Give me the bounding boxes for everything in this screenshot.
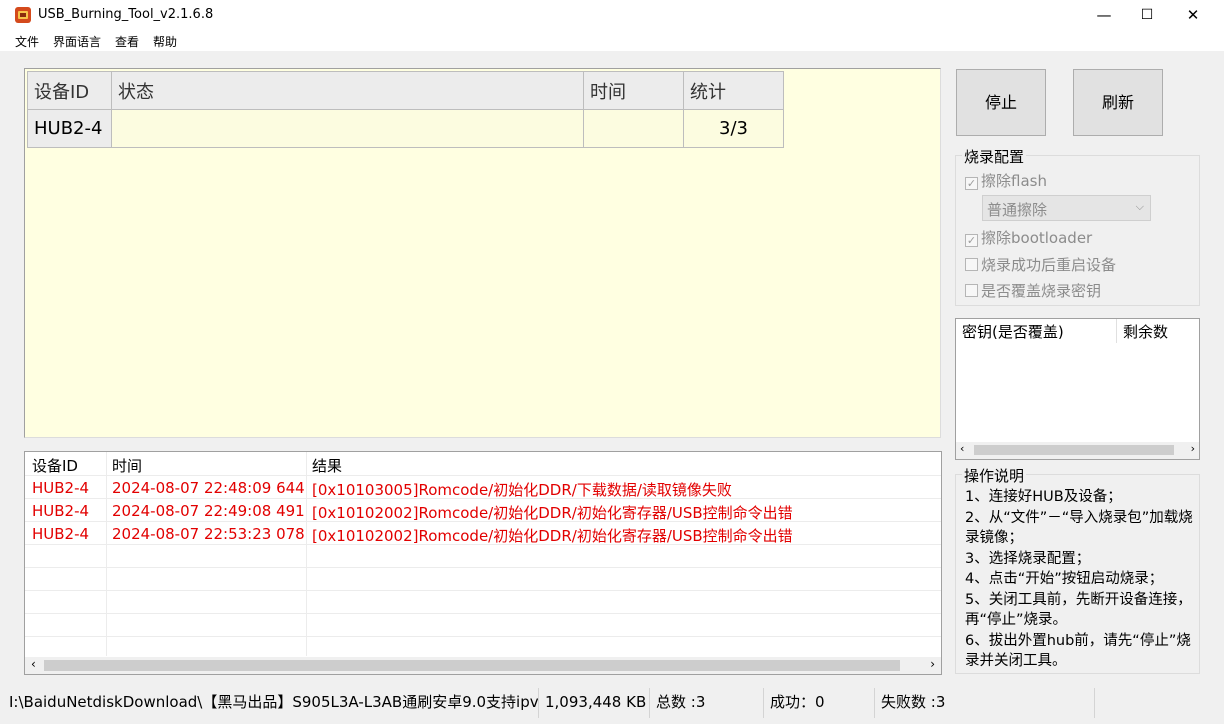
log-scrollbar[interactable]: ‹ › (25, 657, 941, 674)
window-title: USB_Burning_Tool_v2.1.6.8 (38, 7, 214, 22)
grid-cell-device-id: HUB2-4 (27, 109, 112, 148)
refresh-button[interactable]: 刷新 (1073, 69, 1163, 136)
key-header-key[interactable]: 密钥(是否覆盖) (956, 319, 1117, 343)
burn-config-title: 烧录配置 (962, 146, 1027, 167)
key-list[interactable]: 密钥(是否覆盖) 剩余数 ‹ › (955, 318, 1200, 460)
log-header-result[interactable]: 结果 (312, 455, 342, 476)
log-result: [0x10103005]Romcode/初始化DDR/下载数据/读取镜像失败 (312, 481, 732, 499)
minimize-button[interactable]: — (1081, 0, 1127, 31)
log-time: 2024-08-07 22:49:08 491 (112, 502, 305, 520)
reboot-label: 烧录成功后重启设备 (981, 256, 1117, 274)
key-list-scrollbar[interactable]: ‹ › (956, 442, 1199, 459)
log-header-time[interactable]: 时间 (112, 455, 142, 476)
overwrite-key-checkbox[interactable]: 是否覆盖烧录密钥 (965, 280, 1101, 301)
chevron-down-icon: ⌵ (1135, 200, 1144, 213)
scroll-left-icon[interactable]: ‹ (31, 657, 36, 671)
maximize-button[interactable]: ☐ (1124, 0, 1170, 31)
erase-bootloader-label: 擦除bootloader (981, 229, 1093, 247)
instructions-text: 1、连接好HUB及设备； 2、从“文件”－“导入烧录包”加载烧录镜像； 3、选择… (965, 489, 1193, 669)
log-device-id: HUB2-4 (32, 479, 90, 497)
reboot-after-success-checkbox[interactable]: 烧录成功后重启设备 (965, 254, 1116, 275)
checkbox-check-icon: ✓ (965, 177, 978, 190)
scroll-thumb[interactable] (44, 660, 900, 671)
menu-file[interactable]: 文件 (15, 33, 39, 50)
status-fail: 失败数 :3 (875, 688, 1095, 718)
grid-header-status[interactable]: 状态 (111, 71, 584, 110)
erase-flash-checkbox[interactable]: ✓ 擦除flash (965, 170, 1047, 191)
grid-row[interactable]: HUB2-4 3/3 (27, 109, 784, 148)
log-row-line (25, 590, 941, 591)
status-file-path: I:\BaiduNetdiskDownload\【黑马出品】S905L3A-L3… (2, 688, 539, 718)
scroll-left-icon[interactable]: ‹ (960, 442, 964, 455)
log-header-device-id[interactable]: 设备ID (32, 455, 78, 476)
log-device-id: HUB2-4 (32, 525, 90, 543)
status-total: 总数 :3 (650, 688, 764, 718)
grid-cell-stats: 3/3 (683, 109, 784, 148)
log-time: 2024-08-07 22:48:09 644 (112, 479, 305, 497)
checkbox-empty-icon (965, 258, 978, 271)
log-result: [0x10102002]Romcode/初始化DDR/初始化寄存器/USB控制命… (312, 504, 793, 522)
app-icon (15, 7, 31, 23)
menu-language[interactable]: 界面语言 (53, 33, 101, 50)
close-button[interactable]: ✕ (1170, 0, 1216, 31)
status-bar: I:\BaiduNetdiskDownload\【黑马出品】S905L3A-L3… (0, 688, 1224, 718)
key-header-remaining[interactable]: 剩余数 (1117, 319, 1199, 343)
stop-button[interactable]: 停止 (956, 69, 1046, 136)
log-row-line (25, 636, 941, 637)
log-device-id: HUB2-4 (32, 502, 90, 520)
menu-bar: 文件 界面语言 查看 帮助 (0, 31, 1224, 51)
checkbox-empty-icon (965, 284, 978, 297)
erase-bootloader-checkbox[interactable]: ✓ 擦除bootloader (965, 227, 1092, 248)
grid-cell-time (583, 109, 684, 148)
grid-header-device-id[interactable]: 设备ID (27, 71, 112, 110)
erase-flash-label: 擦除flash (981, 172, 1047, 190)
erase-mode-select[interactable]: 普通擦除 ⌵ (982, 195, 1151, 221)
grid-cell-status (111, 109, 584, 148)
log-row-line (25, 475, 941, 476)
scroll-right-icon[interactable]: › (930, 657, 935, 671)
scroll-thumb[interactable] (974, 445, 1174, 455)
grid-header-stats[interactable]: 统计 (683, 71, 784, 110)
title-bar: USB_Burning_Tool_v2.1.6.8 — ☐ ✕ (0, 0, 1224, 31)
scroll-right-icon[interactable]: › (1191, 442, 1195, 455)
status-file-size: 1,093,448 KB (539, 688, 650, 718)
overwrite-key-label: 是否覆盖烧录密钥 (981, 282, 1102, 300)
log-panel: 设备ID 时间 结果 HUB2-4 2024-08-07 22:48:09 64… (24, 451, 942, 675)
device-grid: 设备ID 状态 时间 统计 HUB2-4 3/3 (27, 71, 784, 148)
device-grid-panel: 设备ID 状态 时间 统计 HUB2-4 3/3 (24, 68, 941, 438)
log-row-line (25, 613, 941, 614)
status-success: 成功：0 (764, 688, 875, 718)
menu-help[interactable]: 帮助 (153, 33, 177, 50)
menu-view[interactable]: 查看 (115, 33, 139, 50)
log-row-line (25, 567, 941, 568)
log-time: 2024-08-07 22:53:23 078 (112, 525, 305, 543)
instructions-title: 操作说明 (962, 465, 1027, 486)
erase-mode-value: 普通擦除 (987, 201, 1048, 219)
checkbox-check-icon: ✓ (965, 234, 978, 247)
grid-header-time[interactable]: 时间 (583, 71, 684, 110)
log-result: [0x10102002]Romcode/初始化DDR/初始化寄存器/USB控制命… (312, 527, 793, 545)
